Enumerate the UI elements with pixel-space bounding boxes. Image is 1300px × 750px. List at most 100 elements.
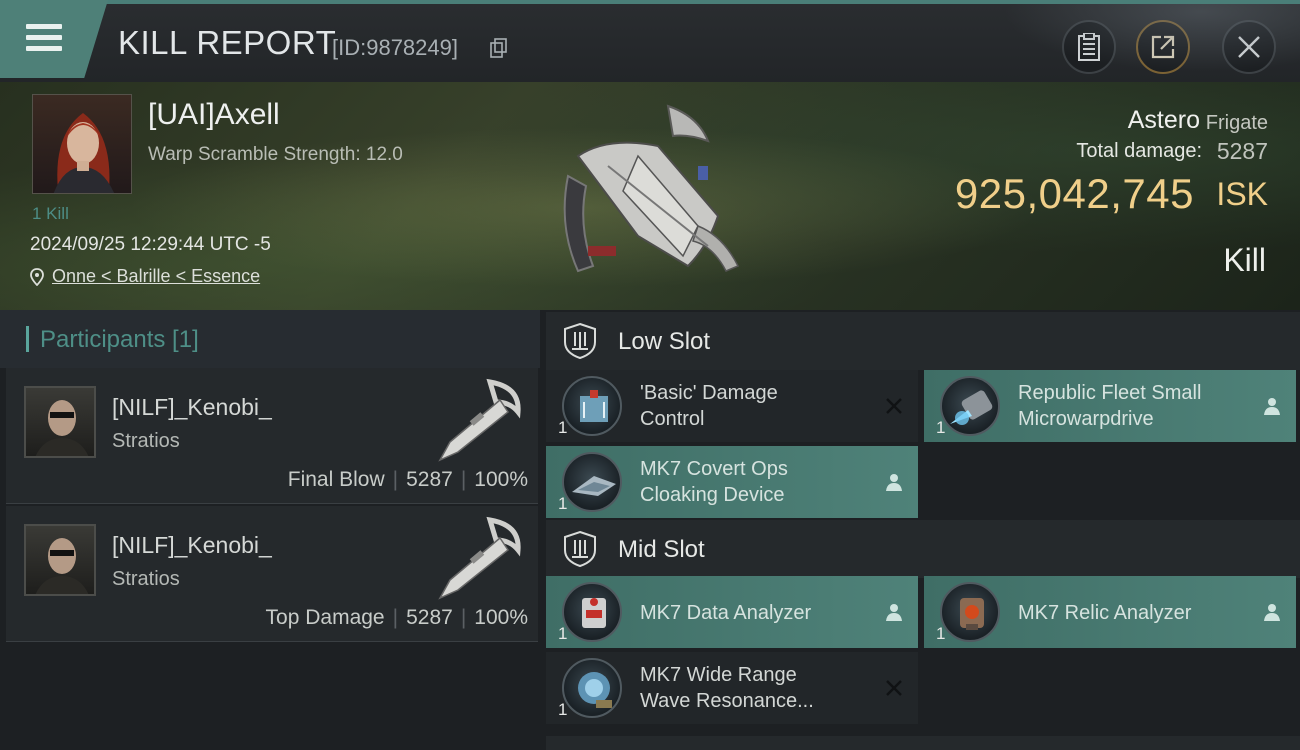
module-item[interactable]: 1 MK7 Data Analyzer [546, 576, 918, 648]
module-item[interactable]: 1 MK7 Relic Analyzer [924, 576, 1296, 648]
data-analyzer-icon [562, 582, 622, 642]
clipboard-button[interactable] [1062, 20, 1116, 74]
isk-unit: ISK [1216, 176, 1268, 212]
module-name: MK7 Data Analyzer [640, 602, 812, 624]
close-button[interactable] [1222, 20, 1276, 74]
warp-scramble-strength: Warp Scramble Strength: 12.0 [148, 144, 403, 165]
header-bar: KILL REPORT [ID:9878249] [0, 0, 1300, 82]
kill-type: Kill [1223, 242, 1266, 278]
victim-portrait[interactable] [32, 94, 132, 194]
participant-percent: 100% [474, 468, 528, 491]
participants-accent-bar [26, 326, 29, 352]
destroyed-icon [886, 398, 902, 414]
victim-name[interactable]: [UAI]Axell [148, 98, 280, 132]
module-name-line: MK7 Covert Ops [640, 458, 788, 480]
dropped-person-icon [1264, 604, 1280, 621]
low-slot-icon [564, 322, 596, 360]
participant-ship: Stratios [112, 430, 180, 452]
participants-title: Participants [1] [40, 326, 199, 353]
relic-analyzer-icon [940, 582, 1000, 642]
share-icon [1151, 35, 1175, 59]
participant-avatar[interactable] [24, 524, 96, 596]
participant-damage: 5287 [406, 468, 453, 491]
participants-header: Participants [1] [0, 310, 540, 368]
location-link[interactable]: Onne < Balrille < Essence [30, 266, 260, 287]
participant-avatar[interactable] [24, 386, 96, 458]
module-name: MK7 Relic Analyzer [1018, 602, 1192, 624]
copy-icon[interactable] [490, 38, 508, 58]
mid-slot-label: Mid Slot [618, 536, 705, 563]
participant-percent: 100% [474, 606, 528, 629]
kill-timestamp: 2024/09/25 12:29:44 UTC -5 [30, 234, 271, 255]
dropped-person-icon [886, 474, 902, 491]
participant-stats: Top Damage | 5287 | 100% [266, 606, 528, 630]
module-name-line: Control [640, 408, 705, 430]
module-quantity: 1 [558, 494, 568, 513]
participant-ship: Stratios [112, 568, 180, 590]
share-button[interactable] [1136, 20, 1190, 74]
module-name: Republic Fleet Small Microwarpdrive [1018, 380, 1248, 432]
participant-ship-image[interactable] [430, 372, 526, 468]
victim-banner: [UAI]Axell Warp Scramble Strength: 12.0 … [0, 82, 1300, 310]
participant-ship-image[interactable] [430, 510, 526, 606]
participant-role: Final Blow [287, 468, 385, 491]
module-quantity: 1 [558, 700, 568, 719]
module-item[interactable]: 1 Republic Fleet Small Microwarpdrive [924, 370, 1296, 442]
module-name: MK7 Covert Ops Cloaking Device [640, 456, 870, 508]
module-quantity: 1 [936, 418, 946, 437]
module-name-line: MK7 Wide Range [640, 664, 797, 686]
participant-name[interactable]: [NILF]_Kenobi_ [112, 394, 272, 421]
damage-control-icon [562, 376, 622, 436]
low-slot-header: Low Slot [546, 312, 1300, 370]
victim-ship-class: Frigate [1205, 112, 1268, 134]
mid-slot-icon [564, 530, 596, 568]
module-name-line: Republic Fleet Small [1018, 382, 1202, 404]
stat-separator: | [392, 606, 399, 629]
kill-count: 1 Kill [32, 204, 69, 223]
module-item[interactable]: 1 MK7 Wide Range Wave Resonance... [546, 652, 918, 724]
microwarpdrive-icon [940, 376, 1000, 436]
module-name: 'Basic' Damage Control [640, 380, 870, 432]
participant-stats: Final Blow | 5287 | 100% [288, 468, 528, 492]
next-slot-header [546, 736, 1300, 750]
module-name-line: 'Basic' Damage [640, 382, 778, 404]
module-name: MK7 Wide Range Wave Resonance... [640, 662, 870, 714]
participants-panel: Participants [1] [NILF]_Kenobi_ Stratios… [0, 310, 540, 750]
isk-value: 925,042,745 [954, 170, 1194, 217]
low-slot-label: Low Slot [618, 328, 711, 355]
wave-resonance-icon [562, 658, 622, 718]
module-name-line: Cloaking Device [640, 484, 785, 506]
mid-slot-header: Mid Slot [546, 520, 1300, 578]
victim-ship-name[interactable]: Astero [1128, 106, 1200, 135]
module-item[interactable]: 1 'Basic' Damage Control [546, 370, 918, 442]
pilot-portrait-image [53, 113, 115, 193]
participant-row[interactable]: [NILF]_Kenobi_ Stratios Top Damage | 528… [6, 506, 538, 642]
cloaking-device-icon [562, 452, 622, 512]
location-text: Onne < Balrille < Essence [52, 266, 261, 286]
module-item[interactable]: 1 MK7 Covert Ops Cloaking Device [546, 446, 918, 518]
module-name-line: Microwarpdrive [1018, 408, 1154, 430]
menu-button[interactable] [0, 0, 108, 78]
participant-role: Top Damage [265, 606, 385, 629]
participant-name[interactable]: [NILF]_Kenobi_ [112, 532, 272, 559]
stat-separator: | [460, 606, 467, 629]
stat-separator: | [392, 468, 399, 491]
close-icon [1238, 36, 1260, 58]
module-quantity: 1 [558, 624, 568, 643]
dropped-person-icon [1264, 398, 1280, 415]
victim-ship-image[interactable] [548, 96, 748, 286]
participant-row[interactable]: [NILF]_Kenobi_ Stratios Final Blow | 528… [6, 368, 538, 504]
total-damage-value: 5287 [1216, 138, 1268, 164]
fitting-panel: Low Slot 1 'Basic' Damage Control 1 Repu… [540, 310, 1300, 750]
page-title: KILL REPORT [118, 24, 337, 61]
participant-damage: 5287 [406, 606, 453, 629]
dropped-person-icon [886, 604, 902, 621]
module-quantity: 1 [936, 624, 946, 643]
report-id: [ID:9878249] [332, 35, 458, 60]
total-damage-label: Total damage: [1076, 140, 1202, 162]
module-name-line: Wave Resonance... [640, 690, 814, 712]
hamburger-icon [26, 24, 62, 52]
module-quantity: 1 [558, 418, 568, 437]
stat-separator: | [460, 468, 467, 491]
location-pin-icon [30, 267, 44, 286]
